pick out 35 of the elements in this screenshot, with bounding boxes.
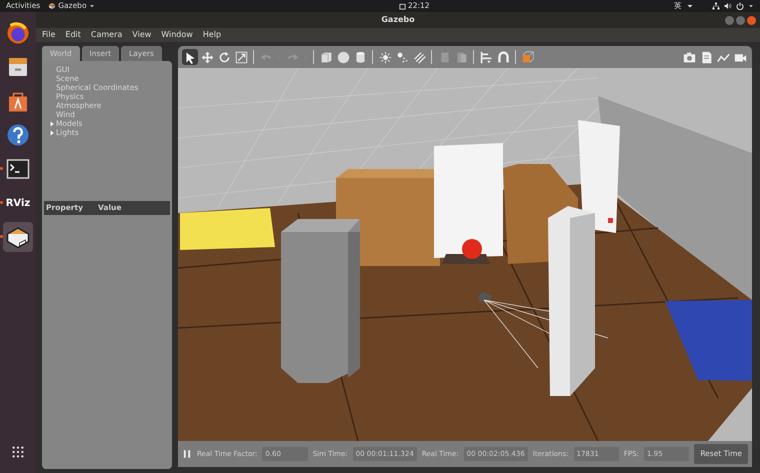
maximize-button[interactable]: [736, 16, 745, 24]
magnet-icon[interactable]: [495, 49, 511, 65]
question-mark-icon[interactable]: [6, 123, 30, 147]
menu-item[interactable]: Edit: [65, 29, 81, 41]
network-icon[interactable]: [712, 2, 720, 10]
rviz-launcher[interactable]: RViz: [6, 196, 30, 210]
app-grid-icon[interactable]: [11, 445, 25, 459]
volume-icon[interactable]: [724, 2, 732, 10]
menu-item[interactable]: Window: [161, 29, 193, 41]
menu-item[interactable]: Help: [202, 29, 222, 41]
expand-arrow-icon[interactable]: [48, 120, 56, 128]
firefox-icon[interactable]: [6, 21, 30, 45]
expand-arrow-icon[interactable]: [48, 128, 56, 137]
menu-item[interactable]: File: [42, 29, 56, 41]
menu-item[interactable]: View: [132, 29, 152, 41]
caret-icon[interactable]: [686, 2, 694, 10]
sun-icon[interactable]: [377, 49, 393, 65]
sphere-icon[interactable]: [335, 49, 351, 65]
align-icon[interactable]: [478, 49, 494, 65]
caret-icon: [88, 3, 95, 9]
calendar-icon: [398, 2, 406, 10]
four-way-arrow-icon[interactable]: [199, 49, 215, 65]
caret-icon[interactable]: [748, 3, 754, 9]
cube-icon[interactable]: [520, 49, 536, 65]
close-button[interactable]: [747, 16, 756, 24]
scale-icon[interactable]: [233, 49, 249, 65]
window-title: Gazebo: [381, 14, 415, 26]
minimize-button[interactable]: [725, 16, 734, 24]
pause-button[interactable]: [182, 449, 192, 459]
gazebo-icon[interactable]: [6, 225, 30, 249]
menu-item[interactable]: Camera: [90, 29, 122, 41]
power-icon[interactable]: [736, 2, 744, 10]
gazebo-icon: [48, 2, 56, 10]
file-cabinet-icon[interactable]: [6, 55, 30, 79]
terminal-icon[interactable]: [6, 157, 30, 181]
